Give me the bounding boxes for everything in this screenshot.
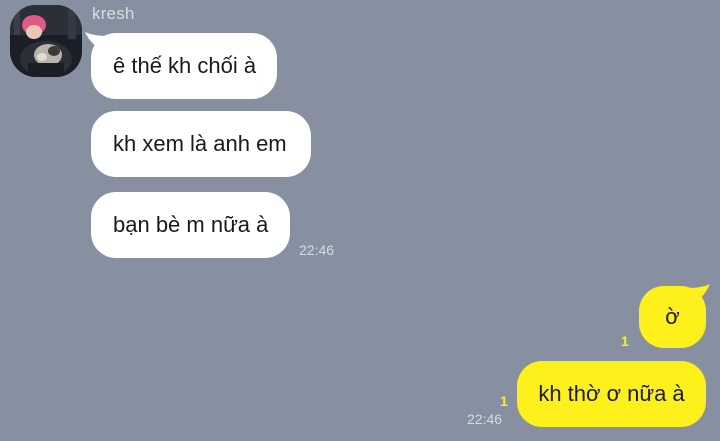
message-text: ê thế kh chối à [113,53,257,78]
message-text: kh thờ ơ nữa à [538,381,685,406]
incoming-message[interactable]: ê thế kh chối à [91,33,277,99]
message-text: kh xem là anh em [113,131,287,156]
message-timestamp: 22:46 [299,242,335,258]
profile-photo-icon [10,5,82,77]
unread-count: 1 [500,393,508,409]
outgoing-message[interactable]: kh thờ ơ nữa à [517,361,706,427]
unread-count: 1 [621,333,629,349]
incoming-message[interactable]: bạn bè m nữa à [91,192,290,258]
chat-conversation: kresh ê thế kh chối à kh xem là anh em b… [0,0,720,441]
sender-name: kresh [92,4,135,23]
incoming-message[interactable]: kh xem là anh em [91,111,311,177]
contact-avatar[interactable] [10,5,82,77]
message-text: ờ [665,304,680,329]
message-timestamp: 22:46 [467,411,503,427]
message-text: bạn bè m nữa à [113,212,269,237]
outgoing-message[interactable]: ờ [639,286,706,348]
